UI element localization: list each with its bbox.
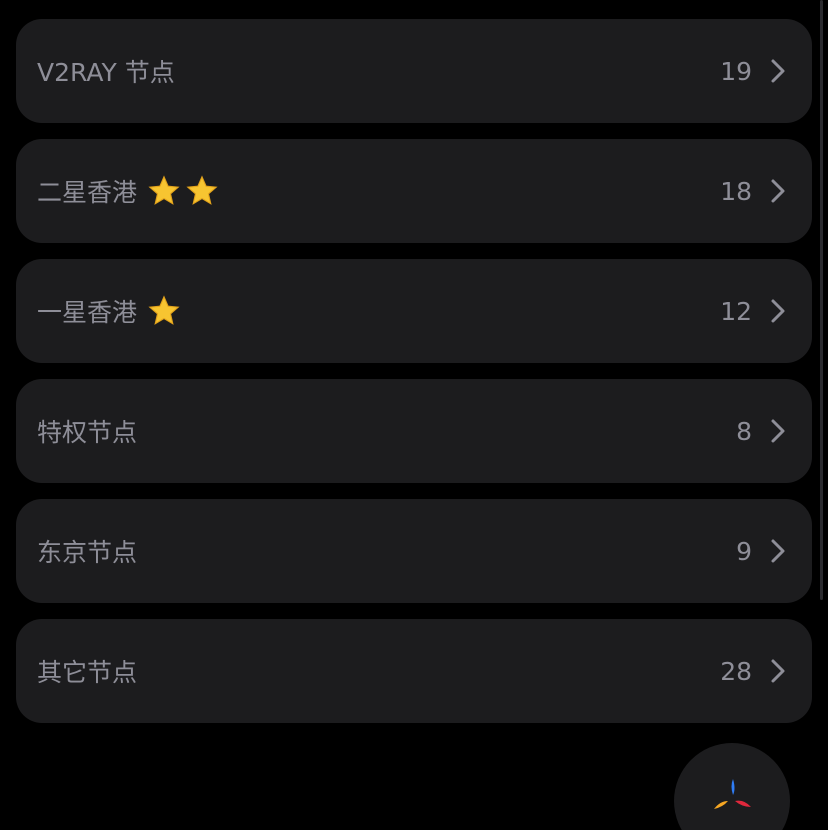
group-name: 一星香港: [37, 293, 720, 329]
group-row-tokyo[interactable]: 东京节点 9: [16, 499, 812, 603]
group-count: 8: [736, 416, 752, 446]
group-name: V2RAY 节点: [37, 58, 175, 87]
group-row-one-star-hk[interactable]: 一星香港 12: [16, 259, 812, 363]
group-row-v2ray[interactable]: V2RAY 节点 19: [16, 19, 812, 123]
group-name: 特权节点: [37, 418, 138, 447]
chevron-right-icon: [771, 299, 785, 323]
group-count: 28: [720, 656, 752, 686]
stars: [147, 294, 185, 328]
screen: V2RAY 节点 19 二星香港 18 一星香港 12 特权节点 8 东京节点 …: [0, 0, 828, 830]
scrollbar[interactable]: [820, 0, 823, 600]
group-name: 二星香港: [37, 173, 720, 209]
chevron-right-icon: [771, 59, 785, 83]
group-count: 19: [720, 56, 752, 86]
star-icon: [186, 175, 218, 205]
group-count: 18: [720, 176, 752, 206]
star-icon: [148, 295, 180, 325]
floating-action-button[interactable]: [674, 743, 790, 830]
chevron-right-icon: [771, 179, 785, 203]
group-row-privileged[interactable]: 特权节点 8: [16, 379, 812, 483]
group-list: V2RAY 节点 19 二星香港 18 一星香港 12 特权节点 8 东京节点 …: [16, 19, 812, 739]
group-count: 9: [736, 536, 752, 566]
group-count: 12: [720, 296, 752, 326]
group-name: 东京节点: [37, 538, 138, 567]
tri-color-logo-icon: [714, 779, 751, 809]
star-icon: [148, 175, 180, 205]
group-name: 其它节点: [37, 658, 138, 687]
group-row-two-star-hk[interactable]: 二星香港 18: [16, 139, 812, 243]
group-row-other[interactable]: 其它节点 28: [16, 619, 812, 723]
stars: [147, 174, 223, 208]
chevron-right-icon: [771, 659, 785, 683]
chevron-right-icon: [771, 539, 785, 563]
chevron-right-icon: [771, 419, 785, 443]
